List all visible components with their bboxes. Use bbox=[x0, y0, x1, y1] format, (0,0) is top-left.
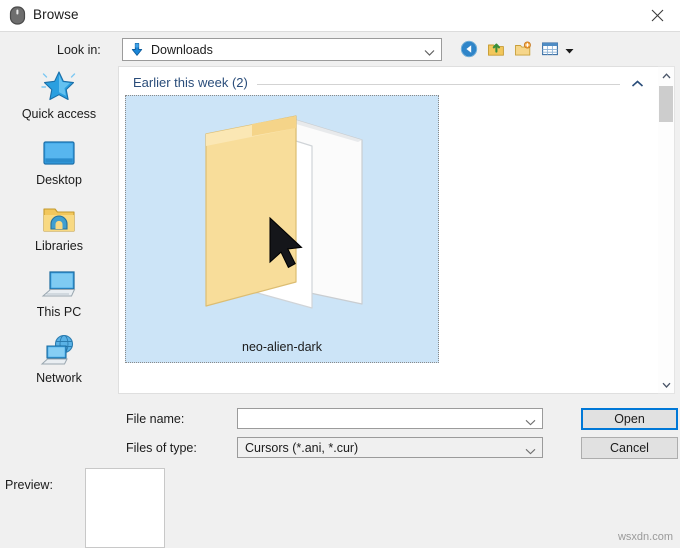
watermark: wsxdn.com bbox=[617, 531, 673, 543]
sidebar-item-label: Quick access bbox=[21, 107, 97, 121]
open-button[interactable]: Open bbox=[581, 408, 678, 430]
sidebar-item-libraries[interactable]: Libraries bbox=[0, 198, 118, 264]
scroll-down-arrow-icon[interactable] bbox=[658, 376, 674, 393]
list-item-label: neo-alien-dark bbox=[242, 340, 322, 354]
open-folder-cursor-thumbnail bbox=[192, 106, 372, 324]
close-button[interactable] bbox=[634, 0, 680, 30]
sidebar-item-this-pc[interactable]: This PC bbox=[0, 264, 118, 330]
title-bar: Browse bbox=[0, 0, 680, 32]
back-icon bbox=[460, 40, 478, 61]
views-dropdown-button[interactable] bbox=[563, 39, 575, 61]
look-in-value: Downloads bbox=[151, 43, 213, 57]
file-group-header[interactable]: Earlier this week (2) bbox=[119, 73, 658, 95]
preview-box bbox=[85, 468, 165, 548]
sidebar-item-desktop[interactable]: Desktop bbox=[0, 132, 118, 198]
places-sidebar: Quick access Desktop Libraries This PC N… bbox=[0, 66, 118, 396]
new-folder-icon bbox=[514, 40, 532, 61]
sidebar-item-quick-access[interactable]: Quick access bbox=[0, 66, 118, 132]
chevron-up-icon[interactable] bbox=[631, 77, 644, 91]
file-group-label: Earlier this week (2) bbox=[133, 75, 248, 90]
scrollbar-thumb[interactable] bbox=[659, 86, 673, 122]
file-name-combobox[interactable] bbox=[237, 408, 543, 429]
look-in-combobox[interactable]: Downloads bbox=[122, 38, 442, 61]
star-icon bbox=[0, 66, 118, 104]
computer-icon bbox=[0, 264, 118, 302]
chevron-down-icon[interactable] bbox=[525, 415, 536, 429]
downloads-arrow-icon bbox=[129, 42, 145, 58]
file-name-label: File name: bbox=[126, 412, 185, 426]
sidebar-item-network[interactable]: Network bbox=[0, 330, 118, 396]
new-folder-button[interactable] bbox=[512, 39, 534, 61]
views-icon bbox=[541, 40, 559, 61]
preview-label: Preview: bbox=[5, 478, 53, 492]
list-item[interactable]: neo-alien-dark bbox=[125, 95, 439, 363]
navigation-toolbar bbox=[458, 38, 575, 62]
chevron-down-icon bbox=[424, 46, 435, 60]
file-list-scrollbar[interactable] bbox=[658, 66, 675, 394]
cancel-button[interactable]: Cancel bbox=[581, 437, 678, 459]
files-of-type-label: Files of type: bbox=[126, 441, 197, 455]
sidebar-item-label: Desktop bbox=[36, 173, 82, 187]
views-button[interactable] bbox=[539, 39, 561, 61]
caret-down-icon bbox=[565, 43, 574, 57]
files-of-type-combobox[interactable]: Cursors (*.ani, *.cur) bbox=[237, 437, 543, 458]
sidebar-item-label: This PC bbox=[36, 305, 82, 319]
up-one-level-icon bbox=[487, 40, 505, 61]
file-list-panel[interactable]: Earlier this week (2) neo-alien-dark bbox=[118, 66, 658, 394]
window-title: Browse bbox=[33, 7, 79, 22]
sidebar-item-label: Libraries bbox=[35, 239, 83, 253]
sidebar-item-label: Network bbox=[36, 371, 82, 385]
files-of-type-value: Cursors (*.ani, *.cur) bbox=[245, 441, 359, 455]
close-icon bbox=[651, 9, 664, 22]
back-button[interactable] bbox=[458, 39, 480, 61]
libraries-folder-icon bbox=[0, 198, 118, 236]
network-globe-icon bbox=[0, 330, 118, 368]
up-one-level-button[interactable] bbox=[485, 39, 507, 61]
desktop-icon bbox=[0, 132, 118, 170]
look-in-label: Look in: bbox=[57, 43, 101, 57]
group-divider bbox=[257, 84, 620, 85]
scroll-up-arrow-icon[interactable] bbox=[658, 67, 674, 84]
chevron-down-icon[interactable] bbox=[525, 444, 536, 458]
mouse-icon bbox=[9, 6, 26, 25]
